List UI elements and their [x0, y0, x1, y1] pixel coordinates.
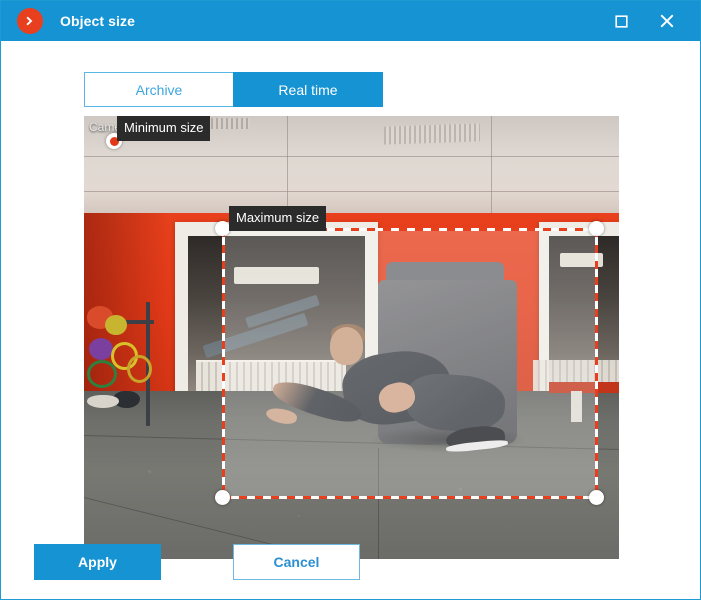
resistance-band	[126, 355, 152, 384]
dialog-content: Archive Real time Camera 1 Minimum size …	[1, 41, 700, 599]
floor-texture	[298, 514, 300, 517]
tab-archive[interactable]: Archive	[84, 72, 234, 107]
maximize-icon	[614, 14, 628, 28]
camera-preview[interactable]: Camera 1 Minimum size Maximum size	[84, 116, 619, 559]
chevron-right-circle-icon	[17, 8, 43, 34]
ceiling-seam	[287, 116, 289, 214]
resize-handle-bottom-left[interactable]	[215, 490, 230, 505]
mode-tab-group: Archive Real time	[84, 72, 383, 107]
resize-handle-top-left[interactable]	[215, 221, 230, 236]
ceiling-seam	[84, 191, 619, 193]
object-size-dialog: Object size Archive Real time Camera 1 M…	[0, 0, 701, 600]
selection-edge-left	[222, 229, 225, 497]
resize-handle-top-right[interactable]	[589, 221, 604, 236]
ceiling-vent	[383, 123, 480, 145]
resize-handle-bottom-right[interactable]	[589, 490, 604, 505]
cancel-button-label: Cancel	[273, 554, 320, 570]
exercise-ball	[89, 337, 114, 360]
selection-edge-right	[595, 229, 598, 497]
tab-real-time-label: Real time	[278, 81, 338, 98]
ceiling-seam	[490, 116, 492, 214]
minimum-size-tooltip: Minimum size	[117, 116, 211, 141]
title-bar: Object size	[1, 1, 700, 41]
apply-button[interactable]: Apply	[34, 544, 161, 580]
resistance-band	[86, 359, 117, 388]
maximize-button[interactable]	[598, 1, 644, 41]
close-icon	[660, 14, 674, 28]
maximum-size-tooltip: Maximum size	[229, 206, 327, 231]
cancel-button[interactable]: Cancel	[233, 544, 360, 580]
ceiling-seam	[84, 155, 619, 157]
exercise-ball	[105, 315, 127, 336]
tab-real-time[interactable]: Real time	[233, 72, 383, 107]
maximum-size-rectangle[interactable]	[215, 221, 604, 505]
tab-archive-label: Archive	[135, 81, 183, 98]
selection-edge-bottom	[223, 496, 596, 499]
dialog-footer: Apply Cancel	[34, 544, 360, 580]
close-button[interactable]	[644, 1, 690, 41]
apply-button-label: Apply	[78, 554, 117, 570]
window-title: Object size	[60, 13, 136, 29]
